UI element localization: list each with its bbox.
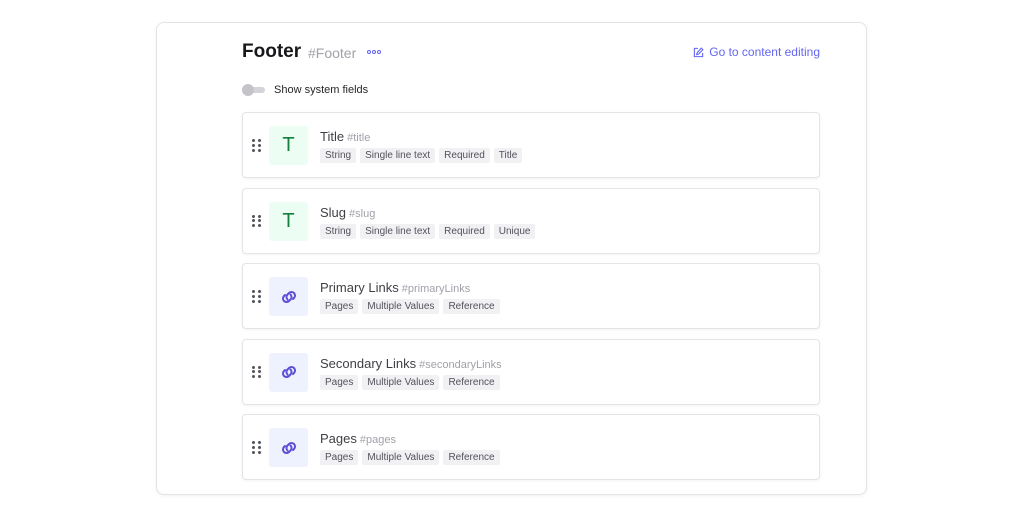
- field-card-slug[interactable]: T Slug #slug String Single line text Req…: [242, 187, 820, 254]
- drag-handle-icon[interactable]: [252, 441, 262, 454]
- text-field-icon: T: [269, 201, 308, 241]
- field-card-primary-links[interactable]: Primary Links #primaryLinks Pages Multip…: [242, 263, 820, 329]
- more-dots-icon[interactable]: [367, 49, 381, 55]
- field-tag: Multiple Values: [362, 374, 440, 390]
- field-name: Primary Links: [320, 280, 399, 295]
- drag-handle-icon[interactable]: [252, 290, 262, 303]
- field-tags: Pages Multiple Values Reference: [320, 374, 500, 390]
- field-tags: String Single line text Required Unique: [320, 223, 536, 239]
- field-tag: Single line text: [360, 223, 436, 239]
- field-api-id: #secondaryLinks: [419, 358, 502, 371]
- field-tag: Reference: [443, 299, 500, 314]
- field-tag: Required: [439, 223, 490, 239]
- field-tag: Pages: [320, 450, 359, 465]
- field-tags: Pages Multiple Values Reference: [320, 299, 500, 314]
- field-tag: Unique: [493, 223, 536, 239]
- go-to-content-editing-link[interactable]: Go to content editing: [693, 44, 820, 60]
- field-card-title[interactable]: T Title #title String Single line text R…: [242, 112, 820, 178]
- field-tags: Pages Multiple Values Reference: [320, 450, 500, 465]
- field-card-secondary-links[interactable]: Secondary Links #secondaryLinks Pages Mu…: [242, 338, 820, 405]
- field-tag: Multiple Values: [362, 450, 440, 465]
- drag-handle-icon[interactable]: [252, 365, 262, 379]
- field-api-id: #pages: [359, 434, 396, 446]
- link-icon: [269, 277, 308, 316]
- system-fields-toggle-row: Show system fields: [242, 82, 368, 98]
- field-list: T Title #title String Single line text R…: [242, 112, 820, 490]
- link-icon: [269, 428, 308, 467]
- field-tag: Single line text: [360, 148, 436, 163]
- model-header: Footer #Footer Go to content editing: [242, 40, 820, 64]
- field-tag: String: [320, 148, 357, 163]
- field-tag: Required: [439, 148, 490, 163]
- edit-icon: [694, 46, 704, 57]
- field-api-id: #slug: [349, 207, 376, 220]
- field-tag: Title: [493, 148, 523, 163]
- edit-link-label: Go to content editing: [709, 45, 820, 59]
- field-name: Slug: [320, 204, 347, 220]
- field-card-pages[interactable]: Pages #pages Pages Multiple Values Refer…: [242, 414, 820, 480]
- field-name: Pages: [320, 431, 357, 446]
- field-tag: Pages: [320, 299, 359, 314]
- link-icon: [269, 352, 308, 392]
- system-fields-label: Show system fields: [274, 84, 369, 96]
- field-tags: String Single line text Required Title: [320, 148, 523, 163]
- field-tag: Pages: [320, 374, 359, 390]
- field-api-id: #title: [347, 132, 371, 144]
- drag-handle-icon[interactable]: [252, 139, 262, 152]
- model-api-id: #Footer: [308, 45, 357, 61]
- text-field-icon: T: [269, 126, 308, 165]
- model-title: Footer: [242, 41, 302, 62]
- field-name: Title: [320, 129, 345, 144]
- system-fields-toggle[interactable]: [242, 84, 265, 96]
- field-tag: Reference: [443, 450, 500, 465]
- field-api-id: #primaryLinks: [401, 283, 471, 295]
- schema-panel: Footer #Footer Go to content editing Sho…: [156, 22, 867, 495]
- field-tag: Multiple Values: [362, 299, 440, 314]
- field-tag: String: [320, 223, 357, 239]
- drag-handle-icon[interactable]: [252, 214, 262, 228]
- field-tag: Reference: [443, 374, 500, 390]
- field-name: Secondary Links: [320, 355, 417, 371]
